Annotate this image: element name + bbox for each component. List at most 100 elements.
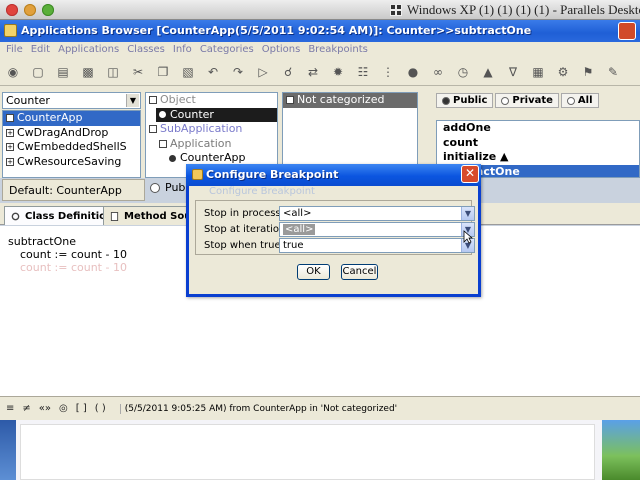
radio-icon xyxy=(442,96,450,105)
bug-icon[interactable]: ✹ xyxy=(329,63,347,81)
tab-label: Public xyxy=(453,95,488,106)
menu-categories[interactable]: Categories xyxy=(200,42,254,58)
dialog-title-bar[interactable]: Configure Breakpoint ✕ xyxy=(186,164,481,186)
tab-all[interactable]: All xyxy=(560,93,599,108)
document-icon xyxy=(110,211,119,221)
background-window xyxy=(20,424,595,480)
collapse-icon[interactable] xyxy=(159,139,167,148)
public-radio[interactable]: Pub xyxy=(150,181,185,194)
print-icon[interactable]: ◫ xyxy=(104,63,122,81)
expand-icon[interactable]: + xyxy=(6,157,14,166)
radio-icon xyxy=(501,96,510,105)
app-list-item[interactable]: + CwDragAndDrop xyxy=(3,126,140,141)
format-icon[interactable]: ◎ xyxy=(59,403,68,414)
category-label: Not categorized xyxy=(297,93,385,106)
method-item[interactable]: addOne xyxy=(437,121,639,136)
step-icon[interactable]: ▷ xyxy=(254,63,272,81)
field-label: Stop at iteration: xyxy=(204,224,289,235)
filter-icon[interactable]: ∇ xyxy=(504,63,522,81)
settings-icon[interactable]: ⚙ xyxy=(554,63,572,81)
app-list-item[interactable]: + CwResourceSaving xyxy=(3,155,140,170)
collapse-icon[interactable] xyxy=(149,96,157,105)
tab-private[interactable]: Private xyxy=(495,93,559,108)
field-label: Stop in process: xyxy=(204,208,285,219)
stop-when-true-select[interactable]: true ▼ xyxy=(279,238,475,253)
find-icon[interactable]: ☌ xyxy=(279,63,297,81)
parens-icon[interactable]: ( ) xyxy=(95,403,106,414)
category-icon xyxy=(286,96,294,105)
hierarchy-label: Counter xyxy=(170,107,214,121)
new-icon[interactable]: ▢ xyxy=(29,63,47,81)
paste-icon[interactable]: ▧ xyxy=(179,63,197,81)
hierarchy-label: Object xyxy=(160,93,196,106)
sphere-icon[interactable]: ● xyxy=(404,63,422,81)
configure-breakpoint-dialog: Configure Breakpoint ✕ Configure Breakpo… xyxy=(186,164,481,297)
tag-icon[interactable]: ⚑ xyxy=(579,63,597,81)
ok-button[interactable]: OK xyxy=(297,264,330,280)
app-close-button[interactable] xyxy=(618,22,636,40)
desktop-background xyxy=(0,420,640,480)
menu-options[interactable]: Options xyxy=(262,42,301,58)
menu-applications[interactable]: Applications xyxy=(58,42,119,58)
tab-label: Private xyxy=(512,95,553,106)
menu-edit[interactable]: Edit xyxy=(31,42,50,58)
stop-at-iteration-select[interactable]: <all> ▼ xyxy=(279,222,475,237)
app-title-bar: Applications Browser [CounterApp(5/5/201… xyxy=(0,20,640,42)
clock-icon[interactable]: ◷ xyxy=(454,63,472,81)
stop-in-process-select[interactable]: <all> ▼ xyxy=(279,206,475,221)
applications-list[interactable]: CounterApp + CwDragAndDrop + CwEmbeddedShe… xyxy=(2,110,141,178)
chevron-down-icon[interactable]: ▼ xyxy=(126,94,139,107)
menu-info[interactable]: Info xyxy=(173,42,192,58)
collapse-icon[interactable] xyxy=(149,125,157,134)
outdent-icon[interactable]: ≠ xyxy=(22,403,30,414)
redo-icon[interactable]: ↷ xyxy=(229,63,247,81)
host-close-button[interactable] xyxy=(6,4,18,16)
tab-class-definition[interactable]: Class Definition xyxy=(4,206,120,225)
hierarchy-item[interactable]: SubApplication xyxy=(146,122,277,137)
app-list-item[interactable]: + CwEmbeddedShellS xyxy=(3,140,140,155)
hierarchy-icon[interactable]: ⋮ xyxy=(379,63,397,81)
quote-icon[interactable]: «» xyxy=(39,403,51,414)
menu-breakpoints[interactable]: Breakpoints xyxy=(308,42,368,58)
grid-icon[interactable]: ▦ xyxy=(529,63,547,81)
hierarchy-item[interactable]: Application xyxy=(156,137,277,152)
desktop-wallpaper xyxy=(602,420,640,480)
stop-in-process-row: Stop in process: <all> ▼ xyxy=(204,206,475,221)
hierarchy-item[interactable]: Counter xyxy=(156,107,277,122)
app-list-item[interactable]: CounterApp xyxy=(3,111,140,126)
cut-icon[interactable]: ✂ xyxy=(129,63,147,81)
hierarchy-item[interactable]: Object xyxy=(146,93,277,108)
class-selector-value: Counter xyxy=(6,94,50,107)
method-item[interactable]: initialize ▲ xyxy=(437,150,639,165)
method-item[interactable]: count xyxy=(437,136,639,151)
class-selector[interactable]: Counter ▼ xyxy=(2,92,141,109)
brackets-icon[interactable]: [ ] xyxy=(76,403,87,414)
expand-icon[interactable]: + xyxy=(6,128,14,137)
field-value: <all> xyxy=(283,208,312,219)
indent-icon[interactable]: ≡ xyxy=(6,403,14,414)
open-icon[interactable]: ▤ xyxy=(54,63,72,81)
menu-file[interactable]: File xyxy=(6,42,23,58)
class-icon xyxy=(159,111,166,119)
tab-label: Class Definition xyxy=(25,210,114,222)
expand-icon[interactable]: + xyxy=(6,143,14,152)
host-minimize-button[interactable] xyxy=(24,4,36,16)
category-item[interactable]: Not categorized xyxy=(283,93,417,108)
replace-icon[interactable]: ⇄ xyxy=(304,63,322,81)
paint-icon[interactable]: ✎ xyxy=(604,63,622,81)
menu-classes[interactable]: Classes xyxy=(127,42,165,58)
tab-public[interactable]: Public xyxy=(436,93,494,108)
run-icon[interactable]: ◉ xyxy=(4,63,22,81)
chevron-down-icon[interactable]: ▼ xyxy=(461,207,474,220)
host-zoom-button[interactable] xyxy=(42,4,54,16)
cancel-button[interactable]: Cancel xyxy=(341,264,378,280)
close-icon[interactable]: ✕ xyxy=(461,165,479,183)
tree-icon[interactable]: ☷ xyxy=(354,63,372,81)
save-icon[interactable]: ▩ xyxy=(79,63,97,81)
graph-icon[interactable]: ▲ xyxy=(479,63,497,81)
undo-icon[interactable]: ↶ xyxy=(204,63,222,81)
radio-icon xyxy=(566,96,575,105)
copy-icon[interactable]: ❐ xyxy=(154,63,172,81)
app-window-title: Applications Browser [CounterApp(5/5/201… xyxy=(21,24,532,37)
link-icon[interactable]: ∞ xyxy=(429,63,447,81)
